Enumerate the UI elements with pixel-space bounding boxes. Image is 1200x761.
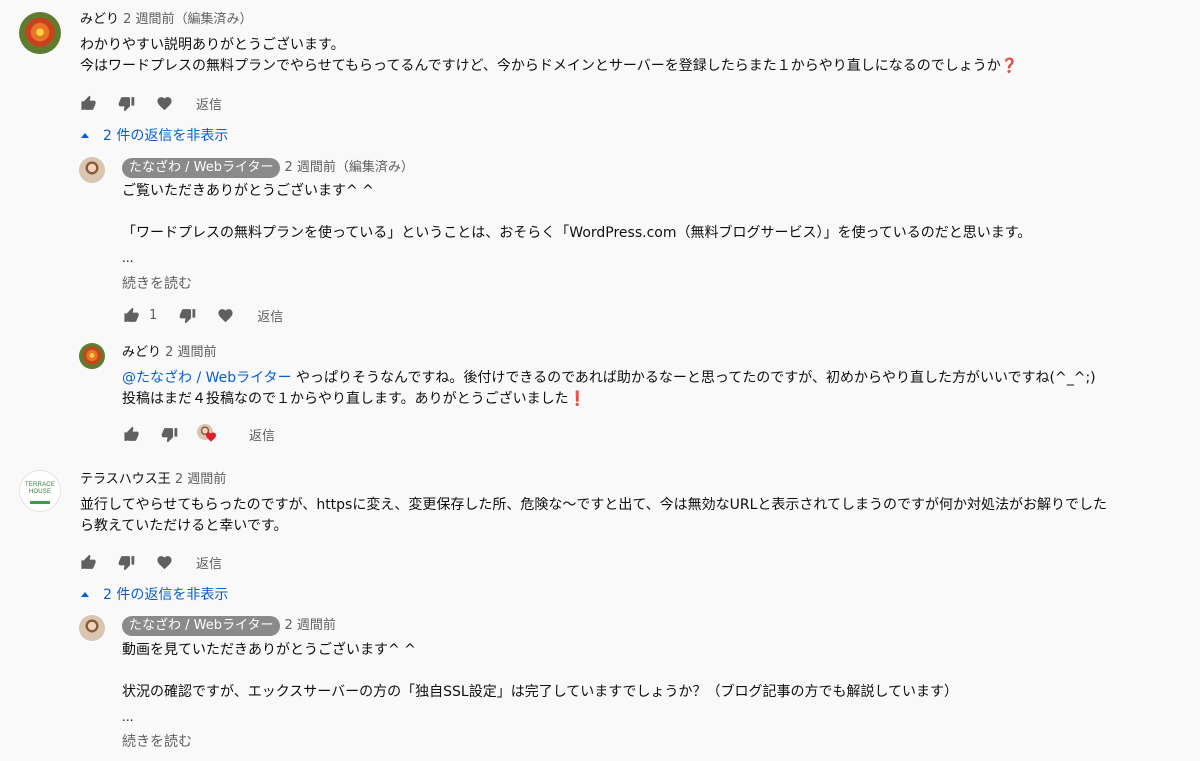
reply-time[interactable]: 2 週間前 (165, 345, 216, 360)
reply-actions: 返信 (121, 424, 275, 444)
caret-up-icon (81, 591, 89, 597)
reply-author: たなざわ / Webライター 2 週間前（編集済み） (122, 158, 414, 178)
comment-actions: 返信 (78, 552, 222, 572)
thumb-up-icon[interactable] (121, 424, 141, 444)
reply-line: 投稿はまだ４投稿なので１からやり直します。ありがとうございました❗ (122, 391, 587, 407)
thumb-up-icon[interactable] (78, 93, 98, 113)
thumb-down-icon[interactable] (116, 93, 136, 113)
mention-link[interactable]: @たなざわ / Webライター (122, 370, 292, 386)
author-name[interactable]: テラスハウス王 (80, 472, 171, 487)
comment-author: テラスハウス王 2 週間前 (80, 471, 226, 489)
reply-actions: 1 返信 (121, 305, 283, 325)
comment-line: 今はワードプレスの無料プランでやらせてもらってるんですけど、今からドメインとサー… (80, 58, 1019, 74)
reply-time[interactable]: 2 週間前 (284, 618, 335, 633)
reply-button[interactable]: 返信 (196, 94, 222, 113)
like-count: 1 (149, 307, 158, 323)
reply-line (122, 202, 1031, 223)
comment-text: わかりやすい説明ありがとうございます。 今はワードプレスの無料プランでやらせても… (80, 35, 1018, 77)
avatar[interactable]: TERRACE HOUSE (19, 470, 61, 512)
comment-thread-2: TERRACE HOUSE テラスハウス王 2 週間前 並行してやらせてもらった… (0, 460, 1200, 761)
thumb-up-icon[interactable] (78, 552, 98, 572)
reply-line: 動画を見ていただきありがとうございます^ ^ (122, 642, 416, 658)
creator-heart-badge (197, 423, 219, 445)
heart-icon[interactable] (154, 552, 174, 572)
read-more-link[interactable]: 続きを読む (122, 273, 192, 293)
hide-replies-label: 2 件の返信を非表示 (103, 128, 229, 144)
creator-badge[interactable]: たなざわ / Webライター (122, 616, 281, 636)
ellipsis: ... (122, 251, 134, 265)
heart-icon[interactable] (154, 93, 174, 113)
thumb-down-icon[interactable] (116, 552, 136, 572)
heart-icon[interactable] (215, 305, 235, 325)
reply-line: 状況の確認ですが、エックスサーバーの方の「独自SSL設定」は完了していますでしょ… (122, 684, 959, 700)
comment-line: ら教えていただけると幸いです。 (80, 518, 288, 534)
read-more-link[interactable]: 続きを読む (122, 731, 192, 751)
hide-replies-toggle[interactable]: 2 件の返信を非表示 (81, 125, 228, 145)
reply-line: ご覧いただきありがとうございます^ ^ (122, 183, 374, 199)
reply-text: 動画を見ていただきありがとうございます^ ^ 状況の確認ですが、エックスサーバー… (122, 640, 958, 703)
comment-time[interactable]: 2 週間前（編集済み） (123, 12, 252, 27)
hide-replies-toggle[interactable]: 2 件の返信を非表示 (81, 584, 228, 604)
avatar[interactable] (79, 343, 105, 369)
comment-time[interactable]: 2 週間前 (175, 472, 226, 487)
comment-thread-1: みどり 2 週間前（編集済み） わかりやすい説明ありがとうございます。 今はワー… (0, 0, 1200, 460)
heart-icon (206, 432, 216, 442)
author-name[interactable]: みどり (122, 345, 161, 360)
avatar[interactable] (79, 615, 105, 641)
thumb-up-icon[interactable] (121, 305, 141, 325)
reply-text: @たなざわ / Webライター やっぱりそうなんですね。後付けできるのであれば助… (122, 368, 1096, 410)
reply-button[interactable]: 返信 (249, 425, 275, 444)
avatar-text: HOUSE (28, 489, 52, 495)
reply-button[interactable]: 返信 (257, 306, 283, 325)
reply-time[interactable]: 2 週間前（編集済み） (284, 160, 413, 175)
avatar-text: TERRACE (24, 482, 56, 488)
avatar-bar (30, 501, 50, 504)
caret-up-icon (81, 132, 89, 138)
creator-badge[interactable]: たなざわ / Webライター (122, 158, 281, 178)
reply-line: 「ワードプレスの無料プランを使っている」ということは、おそらく「WordPres… (122, 225, 1032, 241)
thumb-down-icon[interactable] (159, 424, 179, 444)
comment-author: みどり 2 週間前（編集済み） (80, 11, 253, 29)
comment-actions: 返信 (78, 93, 222, 113)
avatar[interactable] (19, 12, 61, 54)
comment-text: 並行してやらせてもらったのですが、httpsに変え、変更保存した所、危険な〜です… (80, 495, 1107, 537)
reply-button[interactable]: 返信 (196, 553, 222, 572)
reply-author: たなざわ / Webライター 2 週間前 (122, 616, 336, 636)
ellipsis: ... (122, 710, 134, 724)
comment-line: 並行してやらせてもらったのですが、httpsに変え、変更保存した所、危険な〜です… (80, 497, 1108, 513)
reply-line (122, 661, 958, 682)
thumb-down-icon[interactable] (177, 305, 197, 325)
reply-text: ご覧いただきありがとうございます^ ^ 「ワードプレスの無料プランを使っている」… (122, 181, 1031, 244)
reply-line: @たなざわ / Webライター やっぱりそうなんですね。後付けできるのであれば助… (122, 370, 1096, 386)
author-name[interactable]: みどり (80, 12, 119, 27)
avatar[interactable] (79, 157, 105, 183)
reply-author: みどり 2 週間前 (122, 344, 217, 362)
question-emoji-icon: ❓ (1000, 58, 1019, 74)
exclamation-emoji-icon: ❗ (568, 391, 587, 407)
hide-replies-label: 2 件の返信を非表示 (103, 587, 229, 603)
comment-line: わかりやすい説明ありがとうございます。 (80, 37, 345, 53)
